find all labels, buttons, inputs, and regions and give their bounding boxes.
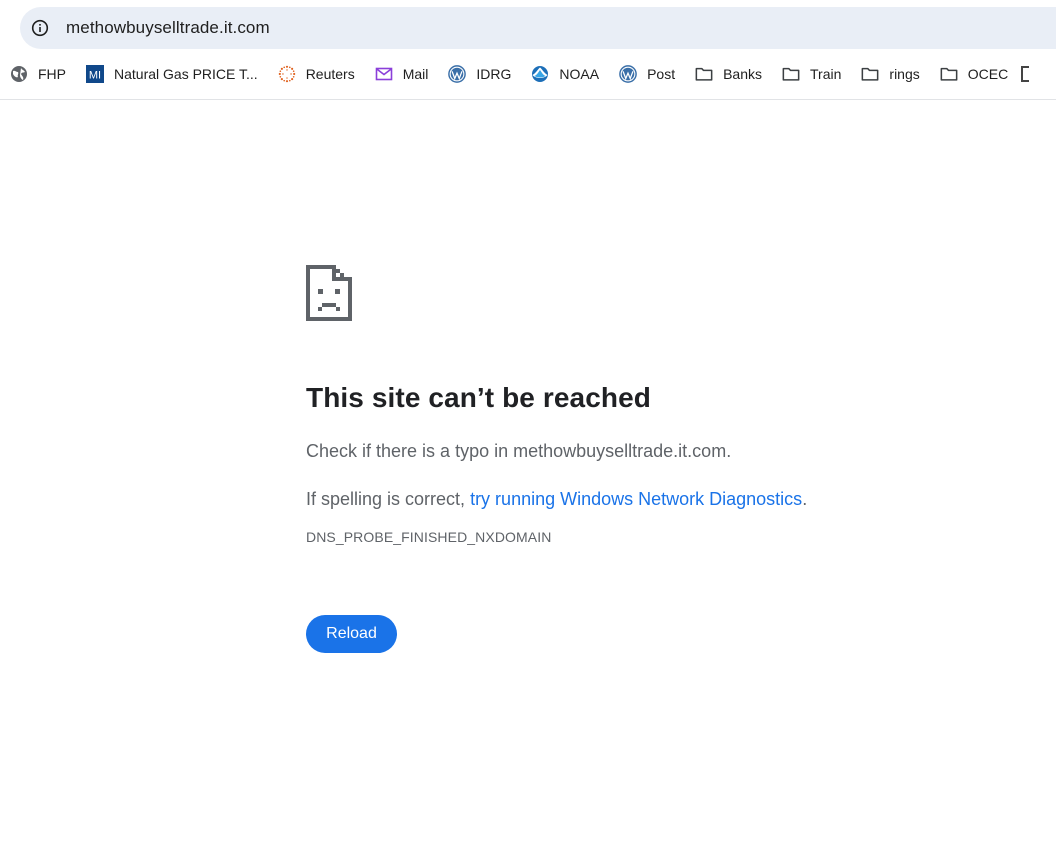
browser-toolbar: methowbuyselltrade.it.com FHP MI Natural… — [0, 0, 1056, 100]
url-text[interactable]: methowbuyselltrade.it.com — [66, 18, 270, 38]
bookmark-mail[interactable]: Mail — [364, 60, 438, 88]
bookmark-label: IDRG — [476, 66, 512, 82]
folder-icon — [861, 65, 879, 83]
info-icon[interactable] — [30, 18, 50, 38]
page-title: This site can’t be reached — [306, 382, 651, 413]
bookmark-idrg[interactable]: IDRG — [437, 60, 520, 88]
address-bar[interactable]: methowbuyselltrade.it.com — [20, 7, 1056, 49]
mi-logo-icon: MI — [86, 65, 104, 83]
noaa-logo-icon — [531, 65, 549, 83]
folder-icon — [695, 65, 713, 83]
sad-page-icon — [306, 265, 352, 321]
bookmark-label: Train — [810, 66, 842, 82]
bookmark-folder-rings[interactable]: rings — [850, 60, 928, 88]
wordpress-icon — [448, 65, 467, 83]
bookmark-label: OCEC — [967, 66, 1009, 82]
bookmark-folder-banks[interactable]: Banks — [684, 60, 771, 88]
bookmark-label: Reuters — [305, 66, 355, 82]
bookmark-noaa[interactable]: NOAA — [520, 60, 608, 88]
spelling-hint-prefix: If spelling is correct, — [306, 489, 471, 509]
wordpress-icon — [619, 65, 637, 83]
spelling-hint: If spelling is correct, try running Wind… — [306, 487, 1006, 511]
bookmark-label: Post — [647, 66, 676, 82]
bookmark-label: FHP — [38, 66, 66, 82]
bookmark-label: Banks — [723, 66, 763, 82]
network-diagnostics-link[interactable]: try running Windows Network Diagnostics — [470, 489, 802, 509]
spelling-hint-suffix: . — [802, 489, 808, 509]
reload-button[interactable]: Reload — [306, 615, 397, 653]
bookmark-reuters[interactable]: Reuters — [267, 60, 364, 88]
folder-icon — [782, 65, 800, 83]
globe-icon — [10, 65, 28, 83]
bookmark-folder-train[interactable]: Train — [771, 60, 850, 88]
bookmark-folder-ocec[interactable]: OCEC — [929, 60, 1017, 88]
mail-icon — [375, 65, 393, 83]
mi-logo-text: MI — [89, 70, 101, 82]
bookmarks-bar: FHP MI Natural Gas PRICE T... Reuters Ma… — [0, 58, 1030, 90]
typo-hint: Check if there is a typo in methowbuysel… — [306, 441, 732, 461]
error-code: DNS_PROBE_FINISHED_NXDOMAIN — [306, 529, 552, 545]
bookmark-fhp[interactable]: FHP — [0, 60, 75, 88]
folder-icon — [940, 65, 958, 83]
bookmark-label: Mail — [402, 66, 429, 82]
bookmark-natural-gas[interactable]: MI Natural Gas PRICE T... — [75, 60, 267, 88]
bookmark-label: rings — [889, 66, 920, 82]
reuters-logo-icon — [278, 65, 296, 83]
bookmark-label: Natural Gas PRICE T... — [114, 66, 258, 82]
bookmark-overflow-icon[interactable] — [1021, 66, 1030, 82]
bookmark-label: NOAA — [559, 66, 600, 82]
error-page: This site can’t be reached Check if ther… — [306, 265, 1006, 653]
bookmark-post[interactable]: Post — [608, 60, 684, 88]
